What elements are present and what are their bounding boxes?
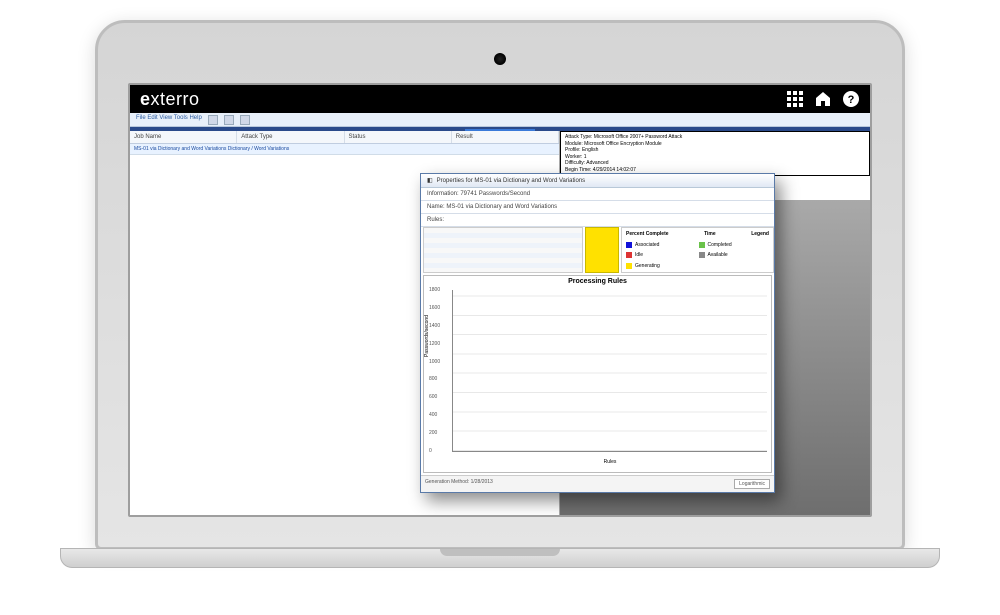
help-icon[interactable]: ? <box>842 90 860 108</box>
menu-text[interactable]: File Edit View Tools Help <box>136 115 202 124</box>
logarithmic-toggle[interactable]: Logarithmic <box>734 479 770 489</box>
processing-rules-chart: Processing Rules 02004006008001000120014… <box>423 275 772 473</box>
rules-data-table[interactable] <box>423 227 583 273</box>
rules-time-column <box>585 227 619 273</box>
svg-text:?: ? <box>848 94 855 106</box>
legend-associated: Associated <box>635 242 659 248</box>
titlebar-icon-group: ? <box>786 90 860 108</box>
dialog-title-text: Properties for MS-01 via Dictionary and … <box>437 178 586 184</box>
dialog-name-row: Name: MS-01 via Dictionary and Word Vari… <box>421 201 774 214</box>
toolbar-icon[interactable] <box>240 115 250 125</box>
apps-grid-icon[interactable] <box>786 90 804 108</box>
y-tick: 1800 <box>429 287 440 293</box>
table-row[interactable]: MS-01 via Dictionary and Word Variations… <box>130 144 559 155</box>
toolbar-icon[interactable] <box>208 115 218 125</box>
toolbar-icon[interactable] <box>224 115 234 125</box>
application-screen: exterro ? File Edit View Tools Help <box>128 83 872 517</box>
legend-header: Legend <box>751 231 769 237</box>
y-tick: 1400 <box>429 323 440 329</box>
y-tick: 1000 <box>429 359 440 365</box>
laptop-base <box>60 548 940 568</box>
y-tick: 0 <box>429 448 432 454</box>
properties-dialog: ◧ Properties for MS-01 via Dictionary an… <box>420 173 775 493</box>
legend-idle: Idle <box>635 252 643 258</box>
dialog-footer: Generation Method: 1/28/2013 Logarithmic <box>421 475 774 492</box>
footer-status: Generation Method: 1/28/2013 <box>425 479 493 489</box>
y-tick: 800 <box>429 376 437 382</box>
camera-icon <box>494 53 506 65</box>
name-value: MS-01 via Dictionary and Word Variations <box>446 204 557 210</box>
legend-available: Available <box>708 252 728 258</box>
menu-bar[interactable]: File Edit View Tools Help <box>130 113 870 127</box>
dialog-titlebar[interactable]: ◧ Properties for MS-01 via Dictionary an… <box>421 174 774 188</box>
col-header[interactable]: Result <box>452 131 559 143</box>
y-tick: 600 <box>429 394 437 400</box>
jobs-grid-header: Job Name Attack Type Status Result <box>130 131 559 144</box>
y-tick: 400 <box>429 412 437 418</box>
y-tick: 1200 <box>429 341 440 347</box>
job-info-block: Attack Type: Microsoft Office 2007+ Pass… <box>560 131 870 176</box>
legend-pc-header: Percent Complete <box>626 231 669 237</box>
name-label: Name: <box>427 204 445 210</box>
gear-icon: ◧ <box>427 177 433 184</box>
y-tick: 1600 <box>429 305 440 311</box>
legend-time-header: Time <box>704 231 716 237</box>
rules-label: Rules: <box>421 214 774 227</box>
col-header[interactable]: Job Name <box>130 131 237 143</box>
chart-title: Processing Rules <box>424 276 771 287</box>
chart-legend: Percent Complete Time Legend Associated … <box>621 227 774 273</box>
col-header[interactable]: Status <box>345 131 452 143</box>
y-axis-label: Passwords/second <box>424 315 430 357</box>
home-icon[interactable] <box>814 90 832 108</box>
legend-completed: Completed <box>708 242 732 248</box>
legend-generating: Generating <box>635 263 660 269</box>
x-axis-label: Rules <box>604 459 617 465</box>
dialog-info-line: Information: 79741 Passwords/Second <box>421 188 774 201</box>
brand-word: xterro <box>151 89 200 109</box>
chart-bars <box>453 290 767 451</box>
chart-axes: 020040060080010001200140016001800 Passwo… <box>452 290 767 452</box>
titlebar: exterro ? <box>130 85 870 113</box>
rules-table-area: Percent Complete Time Legend Associated … <box>421 227 774 275</box>
col-header[interactable]: Attack Type <box>237 131 344 143</box>
brand-logo: exterro <box>140 89 200 110</box>
laptop-frame: exterro ? File Edit View Tools Help <box>95 20 905 550</box>
y-tick: 200 <box>429 430 437 436</box>
brand-mark: e <box>140 89 151 109</box>
